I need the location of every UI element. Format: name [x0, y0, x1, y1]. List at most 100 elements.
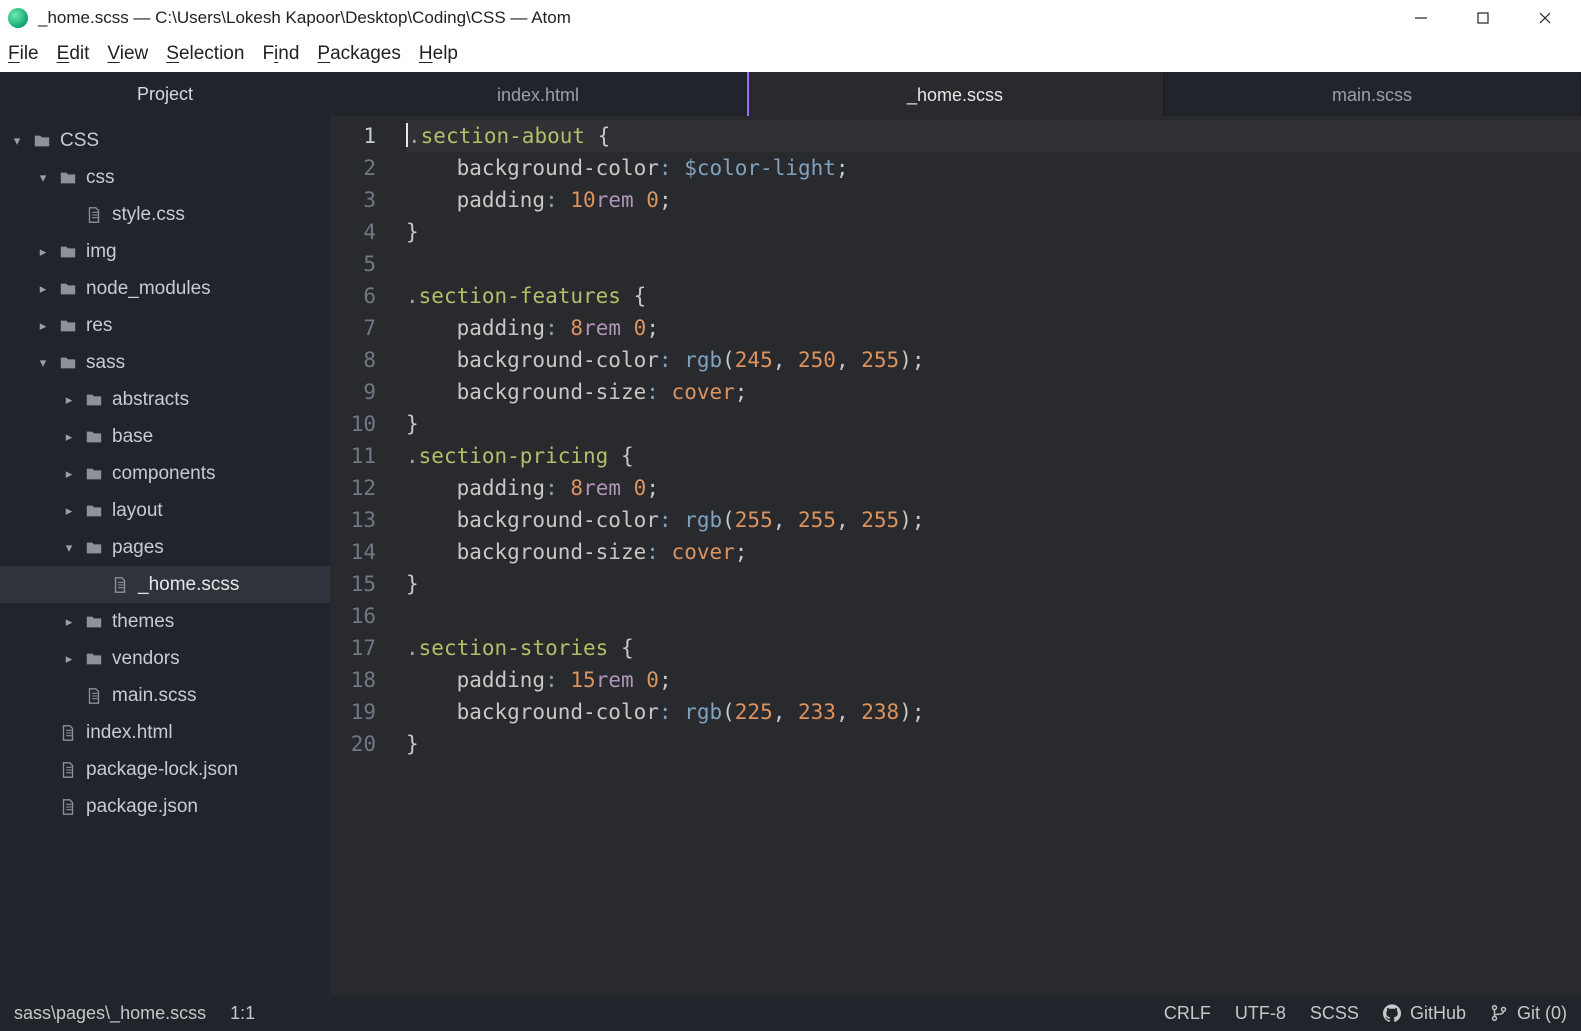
tree-folder-img[interactable]: ▸img [0, 233, 330, 270]
code-line[interactable] [406, 248, 1581, 280]
line-number[interactable]: 11 [330, 440, 376, 472]
line-number[interactable]: 15 [330, 568, 376, 600]
chevron-right-icon[interactable]: ▸ [36, 318, 50, 334]
code-line[interactable]: } [406, 728, 1581, 760]
code-line[interactable]: background-color: $color-light; [406, 152, 1581, 184]
tree-folder-themes[interactable]: ▸themes [0, 603, 330, 640]
menu-file[interactable]: File [8, 43, 39, 65]
window-minimize-button[interactable] [1403, 4, 1439, 32]
tree-folder-res[interactable]: ▸res [0, 307, 330, 344]
chevron-right-icon[interactable]: ▸ [62, 503, 76, 519]
line-number[interactable]: 8 [330, 344, 376, 376]
code-line[interactable]: background-color: rgb(225, 233, 238); [406, 696, 1581, 728]
code-line[interactable]: } [406, 408, 1581, 440]
code-line[interactable]: } [406, 216, 1581, 248]
tree-file-style-css[interactable]: ·style.css [0, 196, 330, 233]
status-git[interactable]: Git (0) [1490, 1003, 1567, 1024]
tree-file-package-lock-json[interactable]: ·package-lock.json [0, 751, 330, 788]
status-encoding[interactable]: UTF-8 [1235, 1003, 1286, 1024]
tree-file-package-json[interactable]: ·package.json [0, 788, 330, 825]
chevron-right-icon[interactable]: ▸ [36, 281, 50, 297]
tab-index-html[interactable]: index.html [330, 72, 747, 116]
status-file-path[interactable]: sass\pages\_home.scss [14, 1003, 206, 1024]
chevron-down-icon[interactable]: ▾ [10, 133, 24, 149]
window-maximize-button[interactable] [1465, 4, 1501, 32]
status-line-ending[interactable]: CRLF [1164, 1003, 1211, 1024]
line-number[interactable]: 14 [330, 536, 376, 568]
code-token [672, 700, 685, 724]
status-github[interactable]: GitHub [1383, 1003, 1466, 1024]
line-number[interactable]: 2 [330, 152, 376, 184]
menu-packages[interactable]: Packages [317, 43, 400, 65]
line-number[interactable]: 17 [330, 632, 376, 664]
status-cursor-position[interactable]: 1:1 [230, 1003, 255, 1024]
code-line[interactable]: background-color: rgb(245, 250, 255); [406, 344, 1581, 376]
chevron-right-icon[interactable]: ▸ [36, 244, 50, 260]
menu-help[interactable]: Help [419, 43, 458, 65]
code-line[interactable]: padding: 8rem 0; [406, 312, 1581, 344]
line-number[interactable]: 1 [330, 120, 376, 152]
tree-file-main-scss[interactable]: ·main.scss [0, 677, 330, 714]
tree-folder-vendors[interactable]: ▸vendors [0, 640, 330, 677]
code-line[interactable]: background-size: cover; [406, 376, 1581, 408]
tree-folder-base[interactable]: ▸base [0, 418, 330, 455]
tree-folder-pages[interactable]: ▾pages [0, 529, 330, 566]
code-editor[interactable]: 1234567891011121314151617181920 .section… [330, 116, 1581, 995]
line-number[interactable]: 20 [330, 728, 376, 760]
tab--home-scss[interactable]: _home.scss [747, 72, 1164, 116]
line-number[interactable]: 7 [330, 312, 376, 344]
code-line[interactable]: } [406, 568, 1581, 600]
tree-file-index-html[interactable]: ·index.html [0, 714, 330, 751]
line-number[interactable]: 19 [330, 696, 376, 728]
chevron-down-icon[interactable]: ▾ [36, 170, 50, 186]
code-line[interactable]: background-size: cover; [406, 536, 1581, 568]
line-number[interactable]: 10 [330, 408, 376, 440]
project-tree[interactable]: ▾CSS▾css·style.css▸img▸node_modules▸res▾… [0, 116, 330, 995]
tree-folder-sass[interactable]: ▾sass [0, 344, 330, 381]
line-number-gutter[interactable]: 1234567891011121314151617181920 [330, 116, 390, 995]
chevron-right-icon[interactable]: ▸ [62, 466, 76, 482]
code-line[interactable] [406, 600, 1581, 632]
tree-folder-css[interactable]: ▾css [0, 159, 330, 196]
line-number[interactable]: 9 [330, 376, 376, 408]
file-icon [84, 687, 104, 705]
tree-folder-components[interactable]: ▸components [0, 455, 330, 492]
code-line[interactable]: padding: 10rem 0; [406, 184, 1581, 216]
menu-find[interactable]: Find [262, 43, 299, 65]
tree-folder-abstracts[interactable]: ▸abstracts [0, 381, 330, 418]
code-line[interactable]: .section-pricing { [406, 440, 1581, 472]
chevron-down-icon[interactable]: ▾ [36, 355, 50, 371]
menu-selection[interactable]: Selection [166, 43, 244, 65]
tree-folder-css[interactable]: ▾CSS [0, 122, 330, 159]
line-number[interactable]: 12 [330, 472, 376, 504]
tree-file--home-scss[interactable]: ·_home.scss [0, 566, 330, 603]
line-number[interactable]: 5 [330, 248, 376, 280]
line-number[interactable]: 6 [330, 280, 376, 312]
menu-view[interactable]: View [107, 43, 148, 65]
chevron-right-icon[interactable]: ▸ [62, 614, 76, 630]
window-close-button[interactable] [1527, 4, 1563, 32]
code-line[interactable]: padding: 8rem 0; [406, 472, 1581, 504]
code-token [558, 668, 571, 692]
code-line[interactable]: .section-stories { [406, 632, 1581, 664]
line-number[interactable]: 4 [330, 216, 376, 248]
code-line[interactable]: .section-about { [406, 120, 1581, 152]
code-content[interactable]: .section-about { background-color: $colo… [390, 116, 1581, 995]
chevron-right-icon[interactable]: ▸ [62, 651, 76, 667]
tab-main-scss[interactable]: main.scss [1164, 72, 1581, 116]
code-token: : [646, 380, 659, 404]
tree-folder-node-modules[interactable]: ▸node_modules [0, 270, 330, 307]
status-grammar[interactable]: SCSS [1310, 1003, 1359, 1024]
menu-edit[interactable]: Edit [57, 43, 90, 65]
chevron-right-icon[interactable]: ▸ [62, 429, 76, 445]
tree-folder-layout[interactable]: ▸layout [0, 492, 330, 529]
line-number[interactable]: 16 [330, 600, 376, 632]
line-number[interactable]: 18 [330, 664, 376, 696]
line-number[interactable]: 3 [330, 184, 376, 216]
line-number[interactable]: 13 [330, 504, 376, 536]
code-line[interactable]: .section-features { [406, 280, 1581, 312]
chevron-down-icon[interactable]: ▾ [62, 540, 76, 556]
code-line[interactable]: background-color: rgb(255, 255, 255); [406, 504, 1581, 536]
chevron-right-icon[interactable]: ▸ [62, 392, 76, 408]
code-line[interactable]: padding: 15rem 0; [406, 664, 1581, 696]
